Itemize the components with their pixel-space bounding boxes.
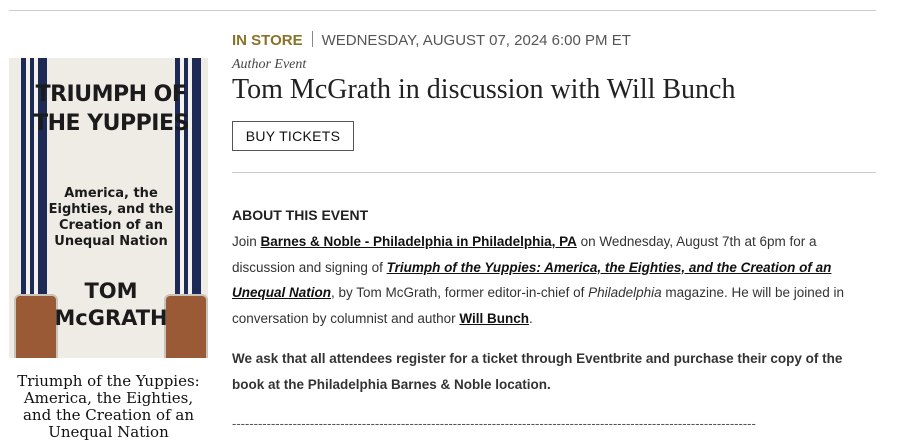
buy-tickets-button[interactable]: BUY TICKETS [232, 121, 354, 151]
desc-text: , by Tom McGrath, former editor-in-chief… [331, 285, 589, 300]
magazine-name: Philadelphia [588, 285, 662, 300]
cover-author: TOM McGRATH [54, 279, 168, 330]
section-divider [232, 172, 876, 173]
event-datetime: WEDNESDAY, AUGUST 07, 2024 6:00 PM ET [321, 32, 631, 49]
dashed-divider: ----------------------------------------… [232, 416, 756, 431]
meta-separator [311, 31, 313, 47]
desc-text: . [529, 310, 533, 326]
author-link[interactable]: Will Bunch [459, 311, 529, 326]
top-divider [9, 10, 876, 11]
event-kind: Author Event [232, 57, 307, 72]
about-heading: ABOUT THIS EVENT [232, 207, 369, 223]
event-meta: IN STORE WEDNESDAY, AUGUST 07, 2024 6:00 … [232, 31, 631, 49]
cover-title: TRIUMPH OF THE YUPPIES [33, 82, 189, 136]
cover-subtitle: America, the Eighties, and the Creation … [48, 186, 174, 249]
book-cover-image[interactable]: TRIUMPH OF THE YUPPIES America, the Eigh… [9, 58, 208, 358]
book-caption-link[interactable]: Triumph of the Yuppies: America, the Eig… [9, 373, 208, 441]
store-link[interactable]: Barnes & Noble - Philadelphia in Philade… [261, 234, 577, 249]
desc-text: Join [232, 234, 261, 249]
event-description: Join Barnes & Noble - Philadelphia in Ph… [232, 229, 876, 331]
registration-note: We ask that all attendees register for a… [232, 351, 843, 392]
location-type: IN STORE [232, 32, 303, 49]
event-title: Tom McGrath in discussion with Will Bunc… [232, 74, 736, 105]
